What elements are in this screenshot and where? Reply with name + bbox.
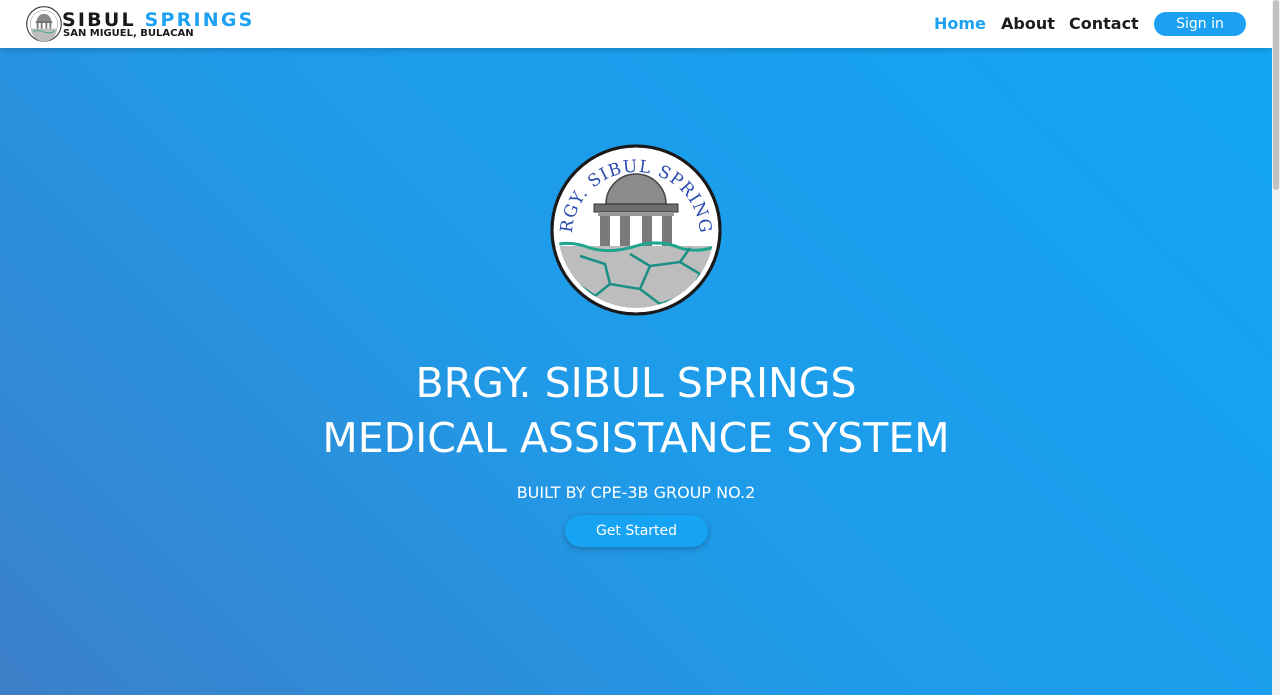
nav-contact-link[interactable]: Contact [1069,14,1139,34]
barangay-seal-icon [26,6,62,42]
vertical-scrollbar[interactable] [1272,0,1280,695]
brand-subtitle: SAN MIGUEL, BULACAN [63,28,194,39]
brand-name: SIBUL SPRINGS [62,9,255,31]
brand-link[interactable]: SIBUL SPRINGS SAN MIGUEL, BULACAN [26,6,266,44]
nav-about-link[interactable]: About [1001,14,1055,34]
scrollbar-thumb[interactable] [1273,0,1279,190]
get-started-button[interactable]: Get Started [565,515,708,547]
page: SIBUL SPRINGS SAN MIGUEL, BULACAN Home A… [0,0,1280,695]
top-navbar: SIBUL SPRINGS SAN MIGUEL, BULACAN Home A… [0,0,1272,48]
nav-home-link[interactable]: Home [934,14,986,34]
hero-title-line2: MEDICAL ASSISTANCE SYSTEM [322,414,950,462]
barangay-seal-logo: BRGY. SIBUL SPRINGS [550,144,722,316]
hero-subtitle: BUILT BY CPE-3B GROUP NO.2 [516,483,756,502]
sign-in-button[interactable]: Sign in [1154,12,1246,36]
hero-title-line1: BRGY. SIBUL SPRINGS [415,359,857,407]
hero-section: BRGY. SIBUL SPRINGS BRGY. SIBUL SPRINGS [0,48,1272,695]
